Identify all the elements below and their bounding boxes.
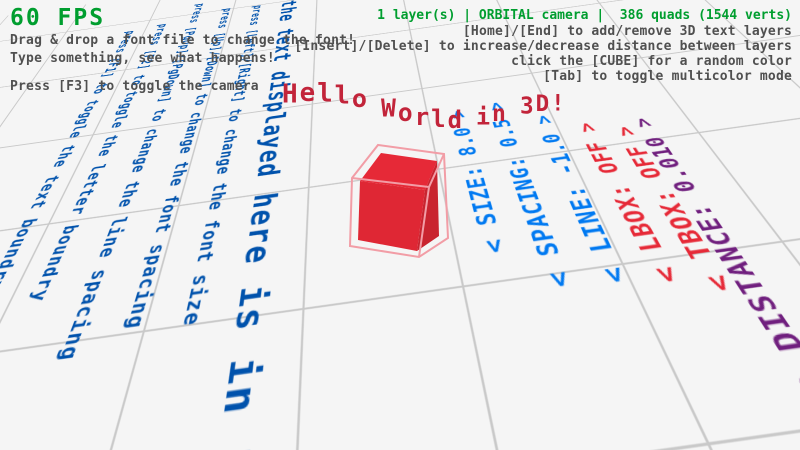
3d-viewport[interactable]: press [F1] to toggle the text boundry pr… [0, 0, 800, 450]
help-line-text-boundry: press [F1] to toggle the text boundry [0, 30, 138, 295]
camera-tilt-layer: press [F1] to toggle the text boundry pr… [0, 0, 800, 450]
perspective-layer: press [F1] to toggle the text boundry pr… [0, 0, 800, 450]
ground-grid: press [F1] to toggle the text boundry pr… [0, 0, 800, 450]
raylib-text3d-window: press [F1] to toggle the text boundry pr… [0, 0, 800, 450]
wave-text: Hello World in 3D! [282, 88, 567, 118]
